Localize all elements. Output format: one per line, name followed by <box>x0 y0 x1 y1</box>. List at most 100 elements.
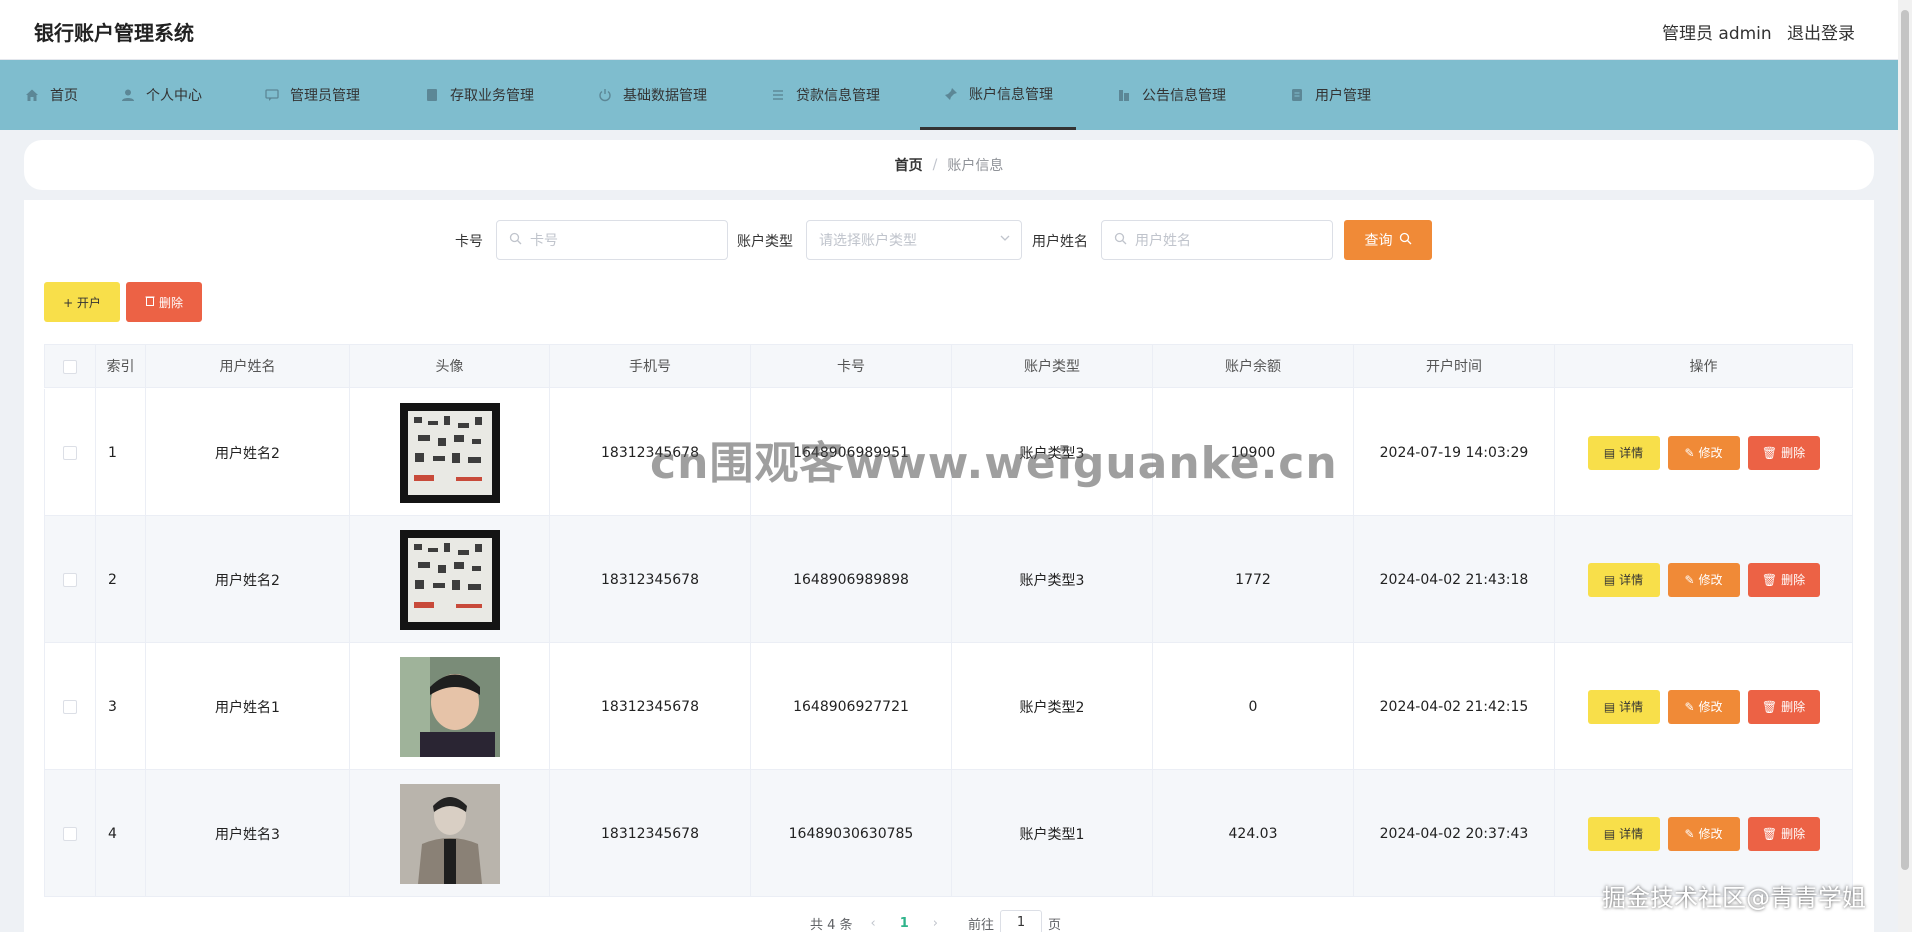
cell-time: 2024-04-02 20:37:43 <box>1353 770 1554 897</box>
batch-delete-button[interactable]: 删除 <box>126 282 202 322</box>
edit-label: 修改 <box>1698 446 1723 460</box>
current-page[interactable]: 1 <box>900 916 909 931</box>
table-row: 4 用户姓名3 18312345678 16489030630785 账户类型1… <box>44 770 1853 897</box>
detail-button[interactable]: ▤ 详情 <box>1587 562 1660 597</box>
row-select-cell <box>45 770 95 897</box>
trash-icon: 🗑 <box>1761 826 1778 841</box>
document-icon: ▤ <box>1603 699 1616 714</box>
header-balance: 账户余额 <box>1152 345 1353 389</box>
nav-item-users[interactable]: 用户管理 <box>1289 60 1371 130</box>
row-checkbox[interactable] <box>63 699 77 714</box>
cell-type: 账户类型3 <box>951 516 1152 643</box>
edit-button[interactable]: ✎ 修改 <box>1667 689 1740 724</box>
cell-name: 用户姓名1 <box>145 643 349 770</box>
nav-item-deposit[interactable]: 存取业务管理 <box>424 60 534 130</box>
cell-time: 2024-04-02 21:42:15 <box>1353 643 1554 770</box>
row-checkbox[interactable] <box>63 445 77 460</box>
name-label: 用户姓名 <box>1032 234 1088 250</box>
header-avatar: 头像 <box>349 345 549 389</box>
cell-actions: ▤ 详情 ✎ 修改 🗑 删除 <box>1554 643 1852 770</box>
pagination: 共 4 条 ‹ 1 › 前往 1 页 <box>810 910 1061 932</box>
delete-button[interactable]: 🗑 删除 <box>1747 689 1820 724</box>
goto-label: 前往 <box>968 917 995 932</box>
open-account-button[interactable]: + 开户 <box>44 282 120 322</box>
cell-time: 2024-07-19 14:03:29 <box>1353 389 1554 516</box>
cell-phone: 18312345678 <box>549 389 750 516</box>
table-row: 3 用户姓名1 18312345678 1648906927721 账户类型2 … <box>44 643 1853 770</box>
detail-button[interactable]: ▤ 详情 <box>1587 689 1660 724</box>
detail-label: 详情 <box>1619 446 1644 460</box>
building-icon <box>1116 87 1132 103</box>
select-all-cell <box>45 345 95 389</box>
query-button[interactable]: 查询 <box>1344 220 1432 260</box>
edit-button[interactable]: ✎ 修改 <box>1667 816 1740 851</box>
nav-label: 账户信息管理 <box>969 86 1053 103</box>
breadcrumb-separator: / <box>932 157 938 173</box>
edit-button[interactable]: ✎ 修改 <box>1667 562 1740 597</box>
delete-button[interactable]: 🗑 删除 <box>1747 816 1820 851</box>
delete-button[interactable]: 🗑 删除 <box>1747 562 1820 597</box>
nav-item-home[interactable]: 首页 <box>24 60 78 130</box>
detail-button[interactable]: ▤ 详情 <box>1587 816 1660 851</box>
cell-avatar <box>349 516 549 643</box>
table-row: 2 用户姓名2 18312345678 1648906989898 账户类型3 … <box>44 516 1853 643</box>
header-index: 索引 <box>95 345 145 389</box>
card-search-input[interactable]: 卡号 <box>496 220 728 260</box>
cell-actions: ▤ 详情 ✎ 修改 🗑 删除 <box>1554 770 1852 897</box>
breadcrumb-home[interactable]: 首页 <box>895 155 923 175</box>
chevron-down-icon <box>999 232 1011 248</box>
main-nav: 首页 个人中心 管理员管理 存取业务管理 基础数据管理 贷款信息管理 账户信息管… <box>0 60 1898 130</box>
prev-page-button[interactable]: ‹ <box>871 916 876 931</box>
nav-item-notices[interactable]: 公告信息管理 <box>1116 60 1226 130</box>
row-select-cell <box>45 389 95 516</box>
logout-link[interactable]: 退出登录 <box>1787 19 1855 44</box>
cell-name: 用户姓名3 <box>145 770 349 897</box>
breadcrumb-current: 账户信息 <box>947 158 1004 174</box>
nav-item-basic-data[interactable]: 基础数据管理 <box>597 60 707 130</box>
nav-item-loans[interactable]: 贷款信息管理 <box>770 60 880 130</box>
card-placeholder: 卡号 <box>530 233 558 249</box>
cell-balance: 424.03 <box>1152 770 1353 897</box>
header-name: 用户姓名 <box>145 345 349 389</box>
avatar-image <box>399 529 500 630</box>
nav-item-admins[interactable]: 管理员管理 <box>264 60 360 130</box>
edit-button[interactable]: ✎ 修改 <box>1667 435 1740 470</box>
scrollbar-thumb[interactable] <box>1901 10 1909 870</box>
nav-item-accounts[interactable]: 账户信息管理 <box>920 60 1076 130</box>
row-checkbox[interactable] <box>63 572 77 587</box>
page-scrollbar[interactable] <box>1898 0 1912 932</box>
account-type-select[interactable]: 请选择账户类型 <box>806 220 1022 260</box>
name-search-input[interactable]: 用户姓名 <box>1101 220 1333 260</box>
avatar-image <box>399 402 500 503</box>
nav-item-profile[interactable]: 个人中心 <box>120 60 202 130</box>
page-suffix: 页 <box>1048 917 1062 932</box>
document-icon <box>1289 87 1305 103</box>
next-page-button[interactable]: › <box>933 916 938 931</box>
pencil-icon: ✎ <box>1684 826 1695 841</box>
nav-label: 个人中心 <box>146 88 202 104</box>
cell-name: 用户姓名2 <box>145 389 349 516</box>
cell-avatar <box>349 643 549 770</box>
batch-delete-label: 删除 <box>158 295 183 310</box>
delete-label: 删除 <box>1781 446 1806 460</box>
table-header: 索引 用户姓名 头像 手机号 卡号 账户类型 账户余额 开户时间 操作 <box>44 344 1853 389</box>
delete-label: 删除 <box>1781 573 1806 587</box>
nav-label: 首页 <box>50 88 78 104</box>
row-select-cell <box>45 516 95 643</box>
avatar-image <box>399 656 500 757</box>
cell-type: 账户类型2 <box>951 643 1152 770</box>
detail-button[interactable]: ▤ 详情 <box>1587 435 1660 470</box>
power-icon <box>597 87 613 103</box>
cell-index: 3 <box>95 643 145 770</box>
cell-card: 1648906927721 <box>750 643 951 770</box>
select-all-checkbox[interactable] <box>63 360 77 374</box>
header-time: 开户时间 <box>1353 345 1554 389</box>
cell-phone: 18312345678 <box>549 770 750 897</box>
nav-label: 公告信息管理 <box>1142 88 1226 104</box>
delete-button[interactable]: 🗑 删除 <box>1747 435 1820 470</box>
goto-page-input[interactable]: 1 <box>1000 910 1043 932</box>
app-title: 银行账户管理系统 <box>34 21 194 45</box>
row-checkbox[interactable] <box>63 826 77 841</box>
cell-avatar <box>349 770 549 897</box>
cell-balance: 0 <box>1152 643 1353 770</box>
